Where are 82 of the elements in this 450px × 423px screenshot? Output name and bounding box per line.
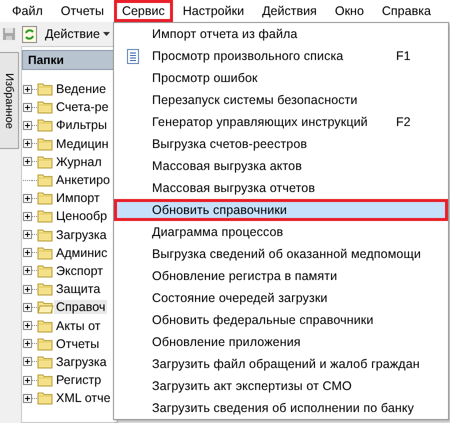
folder-item[interactable]: Анкетиро (54, 173, 112, 188)
menu-item[interactable]: Выгрузка счетов-реестров (114, 133, 448, 155)
menu-tab[interactable]: Файл (4, 0, 51, 22)
menu-tab[interactable]: Отчеты (52, 0, 112, 22)
expand-icon[interactable] (23, 157, 32, 166)
menu-item[interactable]: Загрузить файл обращений и жалоб граждан (114, 353, 448, 375)
folder-icon (37, 173, 54, 188)
expand-icon[interactable] (23, 230, 32, 240)
expand-icon[interactable] (23, 248, 32, 258)
side-tab[interactable]: Избранное (0, 52, 19, 149)
folder-item[interactable]: Журнал (54, 154, 104, 169)
menu-item[interactable]: Загрузить акт экспертизы от СМО (114, 375, 448, 397)
menu-item[interactable]: Обновить федеральные справочники (114, 309, 448, 331)
folder-icon (37, 354, 54, 369)
folder-icon (37, 391, 54, 406)
menu-tab[interactable]: Окно (326, 0, 372, 22)
menu-item[interactable]: Состояние очередей загрузки (114, 287, 448, 309)
menu-item[interactable]: Обновление приложения (114, 331, 448, 353)
folder-item[interactable]: Акты от (54, 318, 103, 333)
folder-icon (37, 154, 54, 169)
menu-item[interactable]: Перезапуск системы безопасности (114, 89, 448, 111)
folder-item[interactable]: Загрузка (54, 228, 109, 242)
menu-item[interactable]: Генератор управляющих инструкций F2 (114, 111, 448, 133)
refresh-icon[interactable] (22, 26, 37, 42)
folder-item[interactable]: Счета-ре (54, 100, 111, 114)
expand-icon[interactable] (23, 266, 32, 276)
folder-icon (37, 228, 54, 242)
folder-item[interactable]: Медицин (54, 136, 111, 151)
folder-icon (37, 318, 54, 333)
open-folder-icon (37, 300, 54, 314)
menu-item[interactable]: Просмотр ошибок (114, 67, 448, 89)
folder-icon (37, 336, 54, 351)
expand-icon[interactable] (23, 321, 32, 330)
expand-icon[interactable] (23, 102, 32, 112)
expand-icon[interactable] (23, 212, 32, 221)
expand-icon[interactable] (23, 139, 32, 148)
folder-item[interactable]: Справоч (54, 300, 108, 314)
folder-item[interactable]: XML отче (54, 391, 113, 406)
menu-tab[interactable]: Настройки (174, 0, 252, 22)
expand-icon[interactable] (23, 194, 32, 203)
folder-icon (37, 282, 54, 296)
folder-item[interactable]: Админис (54, 246, 110, 260)
folder-icon (37, 191, 54, 206)
menu-item[interactable]: Массовая выгрузка отчетов (114, 177, 448, 199)
menu-item[interactable]: Загрузить сведения об исполнении по банку (114, 397, 448, 419)
menu-item[interactable]: Обновление регистра в памяти (114, 265, 448, 287)
menu-item[interactable]: Диаграмма процессов (114, 221, 448, 243)
menu-tab[interactable]: Действия (254, 0, 325, 22)
folder-item[interactable]: Ведение (54, 82, 108, 96)
menu-item[interactable]: Массовая выгрузка актов (114, 155, 448, 177)
folder-item[interactable]: Отчеты (54, 336, 102, 351)
expand-icon[interactable] (23, 339, 32, 348)
folder-item[interactable]: Импорт (54, 191, 102, 206)
expand-icon[interactable] (23, 376, 32, 385)
expand-icon[interactable] (23, 394, 32, 403)
expand-icon[interactable] (23, 120, 32, 130)
expand-icon[interactable] (23, 284, 32, 294)
menu-item[interactable]: Просмотр произвольного списка F1 (114, 45, 448, 67)
folder-icon (37, 100, 54, 114)
menu-item[interactable]: Импорт отчета из файла (114, 23, 448, 45)
menu-tab[interactable]: Сервис (114, 0, 173, 22)
folder-icon (37, 118, 54, 132)
folder-item[interactable]: Загрузка (54, 354, 109, 369)
menu-tab[interactable]: Справка (374, 0, 439, 22)
folder-icon (37, 246, 54, 260)
expand-icon[interactable] (23, 302, 32, 312)
expand-icon[interactable] (23, 357, 32, 366)
menu-item[interactable]: Выгрузка сведений об оказанной медпомощи (114, 243, 448, 265)
folder-icon (37, 82, 54, 96)
folder-icon (37, 373, 54, 388)
action-button[interactable]: Действие (43, 27, 112, 41)
folder-item[interactable]: Фильтры (54, 118, 109, 132)
caret-icon (102, 32, 110, 36)
folder-item[interactable]: Защита (54, 282, 102, 296)
expand-icon[interactable] (23, 84, 32, 94)
folder-icon (37, 136, 54, 151)
menu-item[interactable]: Обновить справочники (114, 199, 448, 221)
folder-item[interactable]: Регистр (54, 373, 104, 388)
folder-icon (37, 264, 54, 278)
folder-icon (37, 209, 54, 224)
folder-item[interactable]: Экспорт (54, 264, 105, 278)
folder-item[interactable]: Ценообр (54, 209, 110, 224)
